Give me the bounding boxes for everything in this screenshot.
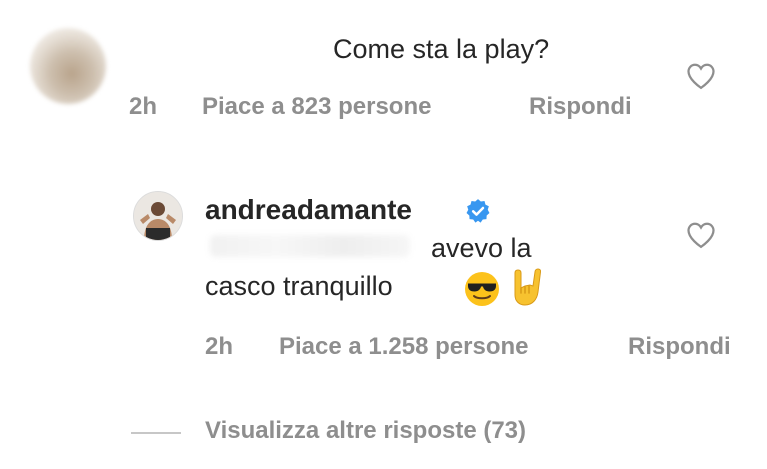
reply-time: 2h [205, 333, 234, 360]
commenter-avatar[interactable] [30, 28, 106, 104]
sunglasses-emoji-icon [465, 272, 499, 306]
blurred-mention [210, 235, 410, 257]
sign-of-horns-emoji-icon [514, 268, 542, 306]
reply-text-line2: casco tranquillo [205, 271, 393, 301]
comment-likes[interactable]: Piace a 823 persone [202, 93, 431, 121]
reply-user-avatar[interactable] [133, 191, 183, 241]
reply-likes[interactable]: Piace a 1.258 persone [279, 333, 529, 361]
comment-time: 2h [129, 93, 158, 120]
comment-reply-button[interactable]: Rispondi [529, 93, 632, 121]
verified-badge-icon [466, 199, 490, 223]
reply-reply-button[interactable]: Rispondi [628, 333, 731, 361]
user-photo-icon [134, 192, 182, 240]
reply-like-heart-icon[interactable] [686, 221, 716, 249]
view-more-replies-button[interactable]: Visualizza altre risposte (73) [205, 417, 526, 445]
reply-username[interactable]: andreadamante [205, 194, 412, 226]
comment-text: Come sta la play? [333, 34, 550, 64]
reply-text-line1: avevo la [431, 233, 532, 263]
replies-divider [131, 432, 181, 434]
like-heart-icon[interactable] [686, 62, 716, 90]
